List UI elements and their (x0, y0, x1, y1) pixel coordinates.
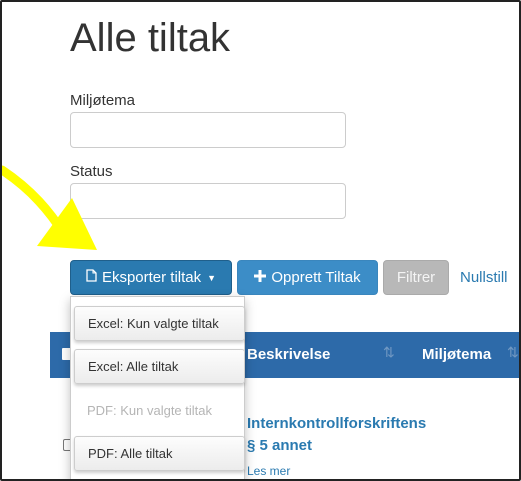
export-button-label: Eksporter tiltak (101, 269, 202, 286)
miljotema-field[interactable] (70, 112, 346, 148)
create-button-label: Opprett Tiltak (271, 269, 361, 286)
menu-item-excel-all[interactable]: Excel: Alle tiltak (74, 349, 245, 384)
menu-item-pdf-selected: PDF: Kun valgte tiltak (87, 403, 212, 418)
plus-icon (254, 269, 267, 286)
menu-item-excel-selected[interactable]: Excel: Kun valgte tiltak (74, 306, 245, 341)
sort-icon[interactable]: ⇅ (507, 344, 519, 361)
filter-button[interactable]: Filtrer (383, 260, 449, 295)
read-more-link[interactable]: Les mer (247, 464, 290, 478)
reset-link[interactable]: Nullstill (460, 269, 508, 286)
screenshot-frame: Alle tiltak Miljøtema Status Eksporter t… (0, 0, 521, 481)
export-button[interactable]: Eksporter tiltak ▼ (70, 260, 232, 295)
column-header-beskrivelse[interactable]: Beskrivelse (247, 346, 330, 363)
page-title: Alle tiltak (70, 16, 231, 60)
status-field[interactable] (70, 183, 346, 219)
menu-item-pdf-all[interactable]: PDF: Alle tiltak (74, 436, 245, 471)
create-button[interactable]: Opprett Tiltak (237, 260, 378, 295)
miljotema-label: Miljøtema (70, 92, 136, 109)
export-dropdown-menu: Excel: Kun valgte tiltak Excel: Alle til… (70, 296, 245, 479)
column-header-miljotema[interactable]: Miljøtema (422, 346, 491, 363)
row-title-link[interactable]: Internkontrollforskriftens § 5 annet (247, 413, 426, 457)
document-icon (86, 269, 97, 286)
caret-down-icon: ▼ (207, 272, 217, 283)
sort-icon[interactable]: ⇅ (383, 344, 395, 361)
annotation-arrow-icon (2, 165, 97, 250)
